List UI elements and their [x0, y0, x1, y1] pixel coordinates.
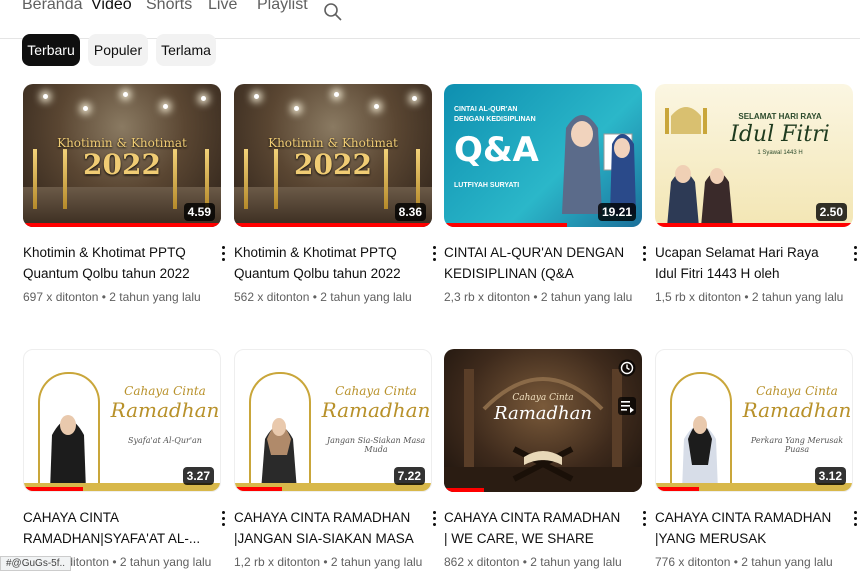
watch-progress-bar: [24, 487, 83, 491]
watch-progress-bar: [444, 223, 567, 227]
duration-badge: 8.36: [394, 203, 426, 221]
video-card[interactable]: CINTAI AL-QUR'AN DENGAN KEDISIPLINAN Q&A…: [444, 84, 646, 304]
video-meta: 2,3 rb x ditonton • 2 tahun yang lalu: [444, 290, 633, 304]
duration-badge: 19.21: [597, 203, 636, 221]
more-options-icon[interactable]: [849, 244, 860, 264]
more-options-icon[interactable]: [428, 244, 440, 264]
watch-progress-bar: [444, 488, 484, 492]
thumb-text: Syafa'at Al-Qur'an: [128, 436, 202, 445]
person-icon: [50, 415, 86, 491]
thumb-text: Cahaya Cinta: [124, 384, 206, 398]
thumb-text: Cahaya Cinta: [335, 384, 417, 398]
video-card[interactable]: Cahaya Cinta Ramadhan CAHAYA CINTA RAMAD…: [444, 349, 646, 569]
thumb-text: CINTAI AL-QUR'AN: [454, 106, 518, 113]
video-meta: 776 x ditonton • 2 tahun yang lalu: [655, 555, 833, 569]
thumb-text: LUTFIYAH SURYATI: [454, 182, 520, 189]
duration-badge: 4.59: [183, 203, 215, 221]
search-icon[interactable]: [323, 2, 343, 22]
video-card[interactable]: Khotimin & Khotimat 2022 8.36 Khotimin &…: [234, 84, 436, 304]
video-meta: 1,5 rb x ditonton • 2 tahun yang lalu: [655, 290, 844, 304]
video-title[interactable]: CAHAYA CINTA RAMADHAN|SYAFA'AT AL-...: [23, 507, 205, 549]
watch-progress-bar: [655, 223, 853, 227]
tab-video[interactable]: Video: [91, 0, 132, 14]
thumb-year: 2022: [294, 148, 372, 181]
video-thumbnail[interactable]: SELAMAT HARI RAYA Idul Fitri 1 Syawal 14…: [655, 84, 853, 227]
duration-badge: 3.27: [182, 467, 214, 485]
video-title[interactable]: CAHAYA CINTA RAMADHAN | WE CARE, WE SHAR…: [444, 507, 626, 549]
video-card[interactable]: Cahaya Cinta Ramadhan Jangan Sia-Siakan …: [234, 349, 436, 569]
duration-badge: 2.50: [815, 203, 847, 221]
video-thumbnail[interactable]: CINTAI AL-QUR'AN DENGAN KEDISIPLINAN Q&A…: [444, 84, 642, 227]
duration-badge: 3.12: [814, 467, 846, 485]
video-meta: 1,2 rb x ditonton • 2 tahun yang lalu: [234, 555, 423, 569]
more-options-icon[interactable]: [638, 509, 650, 529]
thumb-text: Cahaya Cinta: [756, 384, 838, 398]
thumb-title: Q&A: [454, 130, 539, 170]
video-thumbnail[interactable]: Khotimin & Khotimat 2022 4.59: [23, 84, 221, 227]
more-options-icon[interactable]: [428, 509, 440, 529]
video-card[interactable]: Cahaya Cinta Ramadhan Syafa'at Al-Qur'an…: [23, 349, 225, 569]
add-to-queue-icon[interactable]: [618, 397, 636, 415]
thumb-title: Ramadhan: [321, 398, 431, 422]
video-title[interactable]: CINTAI AL-QUR'AN DENGAN KEDISIPLINAN (Q&…: [444, 242, 626, 284]
video-thumbnail[interactable]: Khotimin & Khotimat 2022 8.36: [234, 84, 432, 227]
tab-live[interactable]: Live: [208, 0, 237, 14]
video-title[interactable]: Ucapan Selamat Hari Raya Idul Fitri 1443…: [655, 242, 837, 284]
thumb-text: Jangan Sia-Siakan Masa Muda: [326, 436, 426, 454]
more-options-icon[interactable]: [217, 244, 229, 264]
thumb-title: Ramadhan: [494, 403, 592, 424]
watch-progress-bar: [234, 223, 432, 227]
more-options-icon[interactable]: [638, 244, 650, 264]
video-card[interactable]: SELAMAT HARI RAYA Idul Fitri 1 Syawal 14…: [655, 84, 857, 304]
duration-badge: 7.22: [393, 467, 425, 485]
thumb-text: SELAMAT HARI RAYA: [738, 112, 822, 121]
video-card[interactable]: Khotimin & Khotimat 2022 4.59 Khotimin &…: [23, 84, 225, 304]
chip-terlama[interactable]: Terlama: [156, 34, 216, 66]
tab-playlist[interactable]: Playlist: [257, 0, 308, 14]
chip-terbaru[interactable]: Terbaru: [22, 34, 80, 66]
video-meta: 862 x ditonton • 2 tahun yang lalu: [444, 555, 622, 569]
video-meta: 562 x ditonton • 2 tahun yang lalu: [234, 290, 412, 304]
video-card[interactable]: Cahaya Cinta Ramadhan Perkara Yang Merus…: [655, 349, 857, 569]
video-thumbnail[interactable]: Cahaya Cinta Ramadhan Jangan Sia-Siakan …: [234, 349, 432, 492]
video-title[interactable]: Khotimin & Khotimat PPTQ Quantum Qolbu t…: [23, 242, 205, 284]
person-icon: [682, 416, 718, 491]
video-title[interactable]: CAHAYA CINTA RAMADHAN |JANGAN SIA-SIAKAN…: [234, 507, 416, 549]
watch-later-icon[interactable]: [618, 359, 636, 377]
thumb-text: DENGAN KEDISIPLINAN: [454, 116, 536, 123]
video-meta: 697 x ditonton • 2 tahun yang lalu: [23, 290, 201, 304]
more-options-icon[interactable]: [217, 509, 229, 529]
video-thumbnail[interactable]: Cahaya Cinta Ramadhan Perkara Yang Merus…: [655, 349, 853, 492]
watch-progress-bar: [235, 487, 283, 491]
chip-populer[interactable]: Populer: [88, 34, 148, 66]
watch-progress-bar: [23, 223, 221, 227]
watch-progress-bar: [656, 487, 700, 491]
more-options-icon[interactable]: [849, 509, 860, 529]
person-icon: [261, 418, 297, 491]
thumb-text: Cahaya Cinta: [512, 393, 574, 403]
video-title[interactable]: CAHAYA CINTA RAMADHAN |YANG MERUSAK PUAS…: [655, 507, 837, 549]
status-link-preview: #@GuGs-5f..: [0, 556, 72, 571]
mosque-icon: [665, 107, 707, 134]
people-icon: [667, 165, 733, 227]
video-thumbnail[interactable]: Cahaya Cinta Ramadhan Syafa'at Al-Qur'an…: [23, 349, 221, 492]
video-thumbnail[interactable]: Cahaya Cinta Ramadhan: [444, 349, 642, 492]
video-title[interactable]: Khotimin & Khotimat PPTQ Quantum Qolbu t…: [234, 242, 416, 284]
thumb-title: Ramadhan: [742, 398, 852, 422]
thumb-text: Perkara Yang Merusak Puasa: [750, 436, 844, 454]
thumb-year: 2022: [83, 148, 161, 181]
person-icon: [562, 115, 636, 214]
tab-shorts[interactable]: Shorts: [146, 0, 192, 14]
thumb-title: Ramadhan: [110, 398, 220, 422]
tab-beranda[interactable]: Beranda: [22, 0, 83, 14]
